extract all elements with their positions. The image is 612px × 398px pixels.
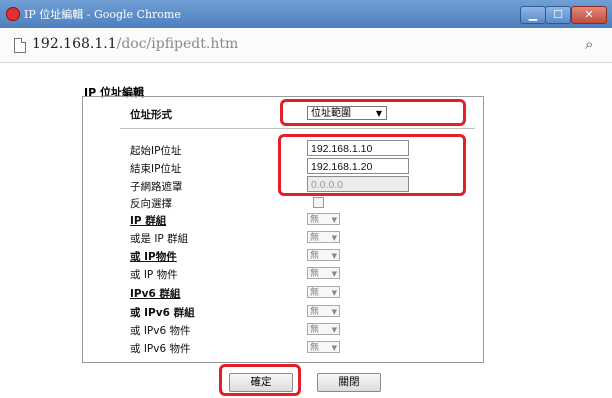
or-ipv6-group-label: 或 IPv6 群組 [130, 307, 195, 319]
minimize-button[interactable]: ▁ [520, 6, 546, 24]
invert-checkbox[interactable] [313, 197, 324, 208]
or-ip-object-select[interactable]: 無 ▼ [307, 267, 340, 279]
chevron-down-icon: ▼ [331, 326, 337, 334]
ip-group-select[interactable]: 無 ▼ [307, 213, 340, 225]
start-ip-label: 起始IP位址 [130, 145, 182, 157]
or-ipv6-object-value: 無 [310, 325, 320, 335]
or-ip-object-value: 無 [310, 269, 320, 279]
or-ip-group-label: 或是 IP 群組 [130, 233, 189, 245]
chevron-down-icon: ▼ [331, 216, 337, 224]
chevron-down-icon: ▼ [331, 270, 337, 278]
url-host: 192.168.1.1 [32, 36, 117, 52]
ip-object-select[interactable]: 無 ▼ [307, 249, 340, 261]
or-ipv6-object-label: 或 IPv6 物件 [130, 325, 191, 337]
or-ipv6-object-select-2[interactable]: 無 ▼ [307, 341, 340, 353]
chevron-down-icon: ▼ [331, 344, 337, 352]
end-ip-label: 結束IP位址 [130, 163, 182, 175]
invert-label: 反向選擇 [130, 198, 172, 210]
url-text[interactable]: 192.168.1.1/doc/ipfipedt.htm [32, 36, 238, 52]
ipv6-group-value: 無 [310, 288, 320, 298]
or-ip-group-select[interactable]: 無 ▼ [307, 231, 340, 243]
window-title: IP 位址編輯 - Google Chrome [24, 8, 181, 21]
highlight-ip-range [278, 134, 466, 196]
ip-object-label: 或 IP物件 [130, 251, 177, 263]
browser-window: IP 位址編輯 - Google Chrome ▁ ☐ ✕ 192.168.1.… [0, 0, 612, 398]
or-ipv6-object-select[interactable]: 無 ▼ [307, 323, 340, 335]
chevron-down-icon: ▼ [331, 289, 337, 297]
or-ipv6-group-value: 無 [310, 307, 320, 317]
highlight-ok-button [219, 364, 301, 396]
subnet-mask-label: 子網路遮罩 [130, 181, 183, 193]
or-ipv6-object-label-2: 或 IPv6 物件 [130, 343, 191, 355]
or-ipv6-object-value-2: 無 [310, 343, 320, 353]
chevron-down-icon: ▼ [331, 252, 337, 260]
or-ip-object-label: 或 IP 物件 [130, 269, 178, 281]
or-ip-group-value: 無 [310, 233, 320, 243]
address-bar[interactable]: 192.168.1.1/doc/ipfipedt.htm ⌕ [0, 28, 612, 63]
ipv6-group-label: IPv6 群組 [130, 288, 181, 300]
close-window-button[interactable]: ✕ [571, 6, 607, 24]
ip-group-label: IP 群組 [130, 215, 167, 227]
close-button[interactable]: 關閉 [317, 373, 381, 392]
app-icon [6, 7, 20, 21]
maximize-button[interactable]: ☐ [545, 6, 571, 24]
url-path: /doc/ipfipedt.htm [116, 36, 239, 52]
title-bar: IP 位址編輯 - Google Chrome ▁ ☐ ✕ [0, 0, 612, 29]
ip-object-value: 無 [310, 251, 320, 261]
address-type-label: 位址形式 [130, 109, 172, 121]
or-ipv6-group-select[interactable]: 無 ▼ [307, 305, 340, 317]
page-icon [14, 38, 26, 53]
zoom-icon[interactable]: ⌕ [585, 35, 593, 53]
highlight-address-type [280, 99, 466, 126]
ip-group-value: 無 [310, 215, 320, 225]
ipv6-group-select[interactable]: 無 ▼ [307, 286, 340, 298]
divider [120, 128, 475, 129]
chevron-down-icon: ▼ [331, 308, 337, 316]
chevron-down-icon: ▼ [331, 234, 337, 242]
